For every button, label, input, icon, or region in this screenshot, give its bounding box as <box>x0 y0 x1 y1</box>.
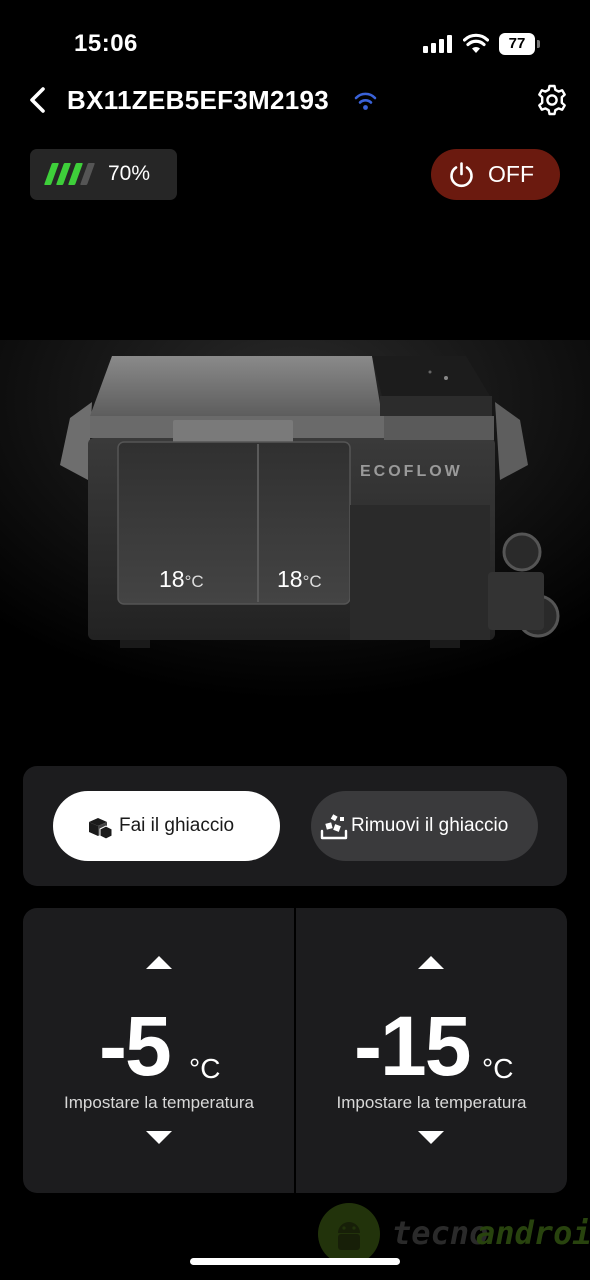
right-zone-setpoint: -15 <box>354 999 471 1093</box>
right-temp-decrease-button[interactable] <box>418 1131 444 1144</box>
battery-percent: 70% <box>108 162 151 185</box>
wifi-status-icon <box>463 33 489 53</box>
power-toggle-button[interactable]: OFF <box>431 149 560 200</box>
right-temp-increase-button[interactable] <box>418 956 444 969</box>
fridge-brand-logo: ECOFLOW <box>360 463 463 480</box>
android-robot-icon <box>318 1203 380 1265</box>
watermark-text-android: android <box>476 1214 590 1252</box>
ice-controls-card: Fai il ghiaccio Rimuovi il ghiaccio <box>23 766 567 886</box>
device-name-title: BX11ZEB5EF3M2193 <box>67 85 330 115</box>
make-ice-label: Fai il ghiaccio <box>119 815 235 836</box>
battery-status-level: 77 <box>499 33 535 55</box>
make-ice-button[interactable]: Fai il ghiaccio <box>53 791 280 861</box>
remove-ice-label: Rimuovi il ghiaccio <box>351 815 509 836</box>
ice-cubes-icon <box>89 818 113 840</box>
left-zone-unit: °C <box>189 1053 221 1084</box>
device-wifi-icon <box>354 92 377 110</box>
left-zone-setpoint: -5 <box>99 999 172 1093</box>
status-time: 15:06 <box>74 30 138 57</box>
left-temp-decrease-button[interactable] <box>146 1131 172 1144</box>
home-indicator[interactable] <box>190 1258 400 1265</box>
fridge-left-zone-temp: 18°C <box>159 566 204 592</box>
remove-ice-button[interactable]: Rimuovi il ghiaccio <box>311 791 538 861</box>
right-zone-temperature-panel: -15 °C Impostare la temperatura <box>296 908 567 1193</box>
left-zone-caption: Impostare la temperatura <box>64 1093 254 1112</box>
watermark-text-tecno: tecno <box>392 1214 489 1252</box>
right-zone-caption: Impostare la temperatura <box>336 1093 527 1112</box>
left-temp-increase-button[interactable] <box>146 956 172 969</box>
power-state-label: OFF <box>488 161 534 187</box>
cellular-signal-icon <box>423 35 453 53</box>
status-bar: 15:06 77 <box>0 0 590 80</box>
battery-level-bars-icon <box>43 163 100 185</box>
remove-ice-icon <box>320 814 348 840</box>
left-zone-temperature-panel: -5 °C Impostare la temperatura <box>23 908 295 1193</box>
settings-gear-icon[interactable] <box>535 83 569 117</box>
back-button[interactable] <box>24 84 52 116</box>
battery-status-icon: 77 <box>499 33 541 55</box>
power-icon <box>450 162 473 188</box>
fridge-right-zone-temp: 18°C <box>277 566 322 592</box>
right-zone-unit: °C <box>482 1053 514 1084</box>
fridge-image <box>0 340 590 740</box>
fridge-illustration: ECOFLOW 18°C 18°C <box>0 340 590 740</box>
device-battery-indicator: 70% <box>30 149 177 200</box>
